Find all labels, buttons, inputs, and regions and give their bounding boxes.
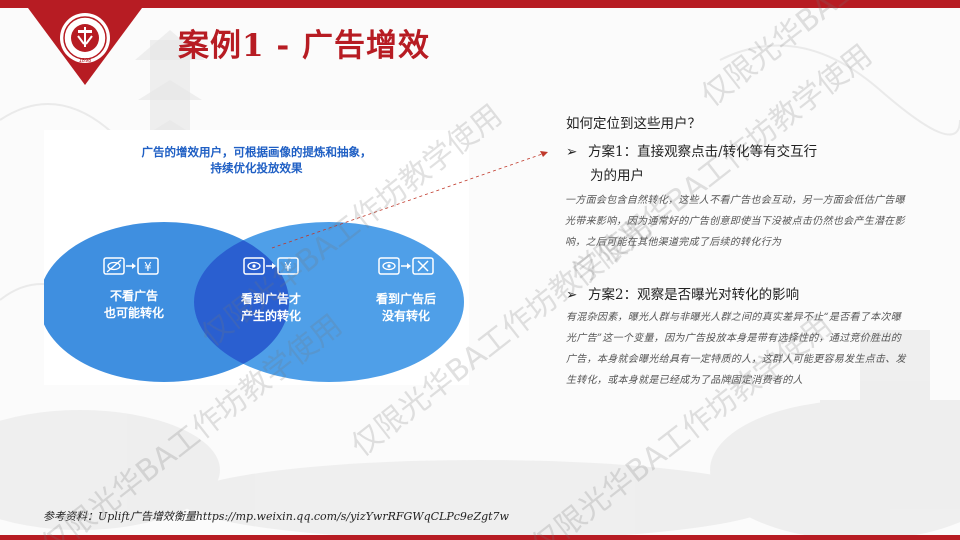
university-logo: 1898 (0, 0, 170, 90)
venn-diagram: ¥ ¥ 广告的增效用户，可根据画像的提炼和抽象， 持续优化投放效果 不看广告 也… (44, 130, 469, 385)
svg-text:¥: ¥ (144, 260, 152, 274)
scheme-2: ➢ 方案2：观察是否曝光对转化的影响 (566, 283, 911, 307)
page-title: 案例1 - 广告增效 (178, 28, 431, 64)
left-label: 不看广告 也可能转化 (84, 288, 184, 322)
scheme-1: ➢ 方案1：直接观察点击/转化等有交互行 为的用户 (566, 140, 911, 188)
diagram-caption: 广告的增效用户，可根据画像的提炼和抽象， 持续优化投放效果 (44, 144, 469, 176)
bullet-arrow-icon: ➢ (566, 287, 578, 303)
right-label-line-2: 没有转化 (381, 309, 430, 323)
scheme-2-line-1: 方案2：观察是否曝光对转化的影响 (588, 287, 800, 303)
right-label: 看到广告后 没有转化 (356, 291, 456, 325)
center-label-line-2: 产生的转化 (240, 309, 301, 323)
reference-note: 参考资料：Uplift广告增效衡量https://mp.weixin.qq.co… (43, 510, 509, 523)
right-label-line-1: 看到广告后 (375, 292, 436, 306)
center-label: 看到广告才 产生的转化 (221, 291, 321, 325)
svg-text:¥: ¥ (284, 260, 292, 274)
caption-line-2: 持续优化投放效果 (210, 161, 303, 175)
logo-year: 1898 (79, 58, 92, 64)
center-label-line-1: 看到广告才 (240, 292, 301, 306)
slide: 1898 案例1 - 广告增效 ¥ ¥ 广告的增效用户，可根据画像的提炼和抽象，… (0, 0, 960, 540)
scheme-2-note: 有混杂因素，曝光人群与非曝光人群之间的真实差异不止“是否看了本次曝光广告”这一个… (566, 312, 906, 386)
bottom-accent-bar (0, 535, 960, 540)
scheme-1-line-2: 为的用户 (590, 168, 644, 184)
caption-line-1: 广告的增效用户，可根据画像的提炼和抽象， (141, 145, 372, 159)
right-text-panel: 如何定位到这些用户？ ➢ 方案1：直接观察点击/转化等有交互行 为的用户 一方面会… (565, 112, 911, 391)
question: 如何定位到这些用户？ (566, 116, 701, 132)
bullet-arrow-icon: ➢ (566, 144, 578, 160)
scheme-1-line-1: 方案1：直接观察点击/转化等有交互行 (588, 144, 818, 160)
left-label-line-1: 不看广告 (109, 289, 158, 303)
scheme-1-note: 一方面会包含自然转化，这些人不看广告也会互动，另一方面会低估广告曝光带来影响，因… (565, 195, 905, 248)
left-label-line-2: 也可能转化 (103, 306, 164, 320)
